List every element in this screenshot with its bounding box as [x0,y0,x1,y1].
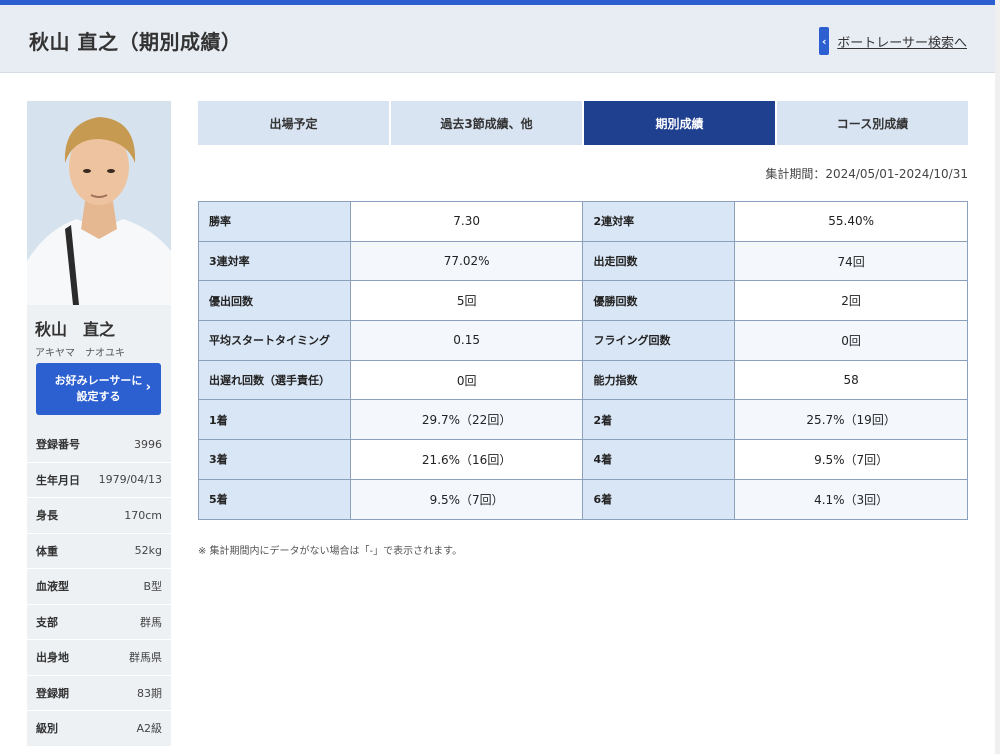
table-row: 優出回数 5回 優勝回数 2回 [198,280,968,322]
tab-1[interactable]: 過去3節成績、他 [391,101,582,145]
stat-label: 5着 [198,478,351,520]
profile-row: 体重 52kg [27,534,171,569]
profile-value: 3996 [134,437,162,451]
aggregation-period: 集計期間：2024/05/01-2024/10/31 [765,167,968,181]
profile-value: 1979/04/13 [98,473,162,487]
period-stats-table: 勝率 7.30 2連対率 55.40% 3連対率 77.02% 出走回数 74回 優出回数 5回優… [198,201,968,520]
stat-value: 4.1%（3回） [734,478,968,520]
page-edge [995,0,1000,754]
stat-label: 3着 [198,439,351,480]
stat-value: 21.6%（16回） [349,439,584,480]
stat-label: 2着 [582,399,736,441]
table-row: 3着 21.6%（16回） 4着 9.5%（7回） [198,439,968,480]
table-row: 5着 9.5%（7回） 6着 4.1%（3回） [198,478,968,520]
chevron-left-icon: ‹ [819,27,830,55]
chevron-right-icon: › [145,380,151,395]
stat-value: 29.7%（22回） [349,399,584,441]
stat-label: 優出回数 [198,280,351,322]
profile-row: 生年月日 1979/04/13 [27,463,171,498]
profile-label: 級別 [36,722,58,736]
stat-label: 能力指数 [582,359,736,401]
stat-label: 4着 [582,439,736,480]
table-row: 平均スタートタイミング 0.15 フライング回数 0回 [198,320,968,361]
profile-label: 登録期 [36,686,69,700]
stat-label: 平均スタートタイミング [198,320,351,361]
stat-label: 出走回数 [582,240,736,282]
stat-value: 0.15 [349,320,584,361]
page-header: 秋山 直之（期別成績） ‹ ボートレーサー検索へ [0,5,995,73]
stat-value: 7.30 [349,201,584,242]
profile-sidebar: 秋山 直之 アキヤマ ナオユキ お好みレーサーに 設定する › 登録番号 3996… [27,101,171,747]
stat-value: 9.5%（7回） [734,439,968,480]
tab-2[interactable]: 期別成績 [584,101,775,145]
stat-label: 優勝回数 [582,280,736,322]
table-row: 出遅れ回数（選手責任） 0回 能力指数 58 [198,359,968,401]
stat-value: 5回 [349,280,584,322]
profile-row: 登録期 83期 [27,676,171,711]
racer-photo [27,101,171,305]
racer-name: 秋山 直之 [35,320,116,339]
stat-label: 3連対率 [198,240,351,282]
profile-row: 登録番号 3996 [27,427,171,463]
profile-label: 身長 [36,509,58,523]
profile-row: 級別 A2級 [27,711,171,747]
tab-bar: 出場予定 過去3節成績、他 期別成績 コース別成績 [198,101,968,145]
stat-label: 勝率 [198,201,351,242]
profile-label: 登録番号 [36,438,80,452]
profile-value: 170cm [124,508,162,522]
stat-label: フライング回数 [582,320,736,361]
stat-value: 0回 [734,320,968,361]
tab-0[interactable]: 出場予定 [198,101,389,145]
stat-value: 2回 [734,280,968,322]
profile-value: 群馬県 [129,651,162,665]
profile-value: A2級 [136,722,162,736]
stat-value: 77.02% [349,240,584,282]
profile-label: 出身地 [36,651,69,665]
page-title: 秋山 直之（期別成績） [29,30,242,54]
stat-label: 出遅れ回数（選手責任） [198,359,351,401]
profile-row: 血液型 B型 [27,569,171,605]
table-row: 勝率 7.30 2連対率 55.40% [198,201,968,242]
table-row: 3連対率 77.02% 出走回数 74回 [198,240,968,282]
tab-3[interactable]: コース別成績 [777,101,968,145]
profile-row: 出身地 群馬県 [27,640,171,676]
stat-value: 74回 [734,240,968,282]
profile-value: 52kg [134,544,162,558]
stat-label: 2連対率 [582,201,736,242]
stat-label: 6着 [582,478,736,520]
profile-info-list: 登録番号 3996 生年月日 1979/04/13 身長 170cm 体重 52kg 血液型 B型… [27,427,171,747]
profile-value: 83期 [137,686,162,700]
racer-search-link-label: ボートレーサー検索へ [837,35,967,51]
stat-value: 55.40% [734,201,968,242]
profile-label: 支部 [36,615,58,629]
racer-name-kana: アキヤマ ナオユキ [35,348,125,359]
profile-label: 体重 [36,544,58,558]
set-favorite-button[interactable]: お好みレーサーに 設定する › [36,363,161,415]
profile-label: 生年月日 [36,473,80,487]
profile-value: 群馬 [140,615,162,629]
stat-label: 1着 [198,399,351,441]
table-row: 1着 29.7%（22回） 2着 25.7%（19回） [198,399,968,441]
racer-name-block: 秋山 直之 アキヤマ ナオユキ [35,316,165,359]
stat-value: 58 [734,359,968,401]
profile-row: 身長 170cm [27,498,171,534]
stat-value: 25.7%（19回） [734,399,968,441]
table-note: ※ 集計期間内にデータがない場合は「-」で表示されます。 [198,546,463,557]
stat-value: 9.5%（7回） [349,478,584,520]
racer-portrait-image [27,101,171,305]
profile-label: 血液型 [36,580,69,594]
racer-search-link[interactable]: ‹ ボートレーサー検索へ [819,27,967,55]
stat-value: 0回 [349,359,584,401]
profile-value: B型 [143,580,162,594]
profile-row: 支部 群馬 [27,605,171,640]
set-favorite-label: お好みレーサーに 設定する [54,374,143,403]
